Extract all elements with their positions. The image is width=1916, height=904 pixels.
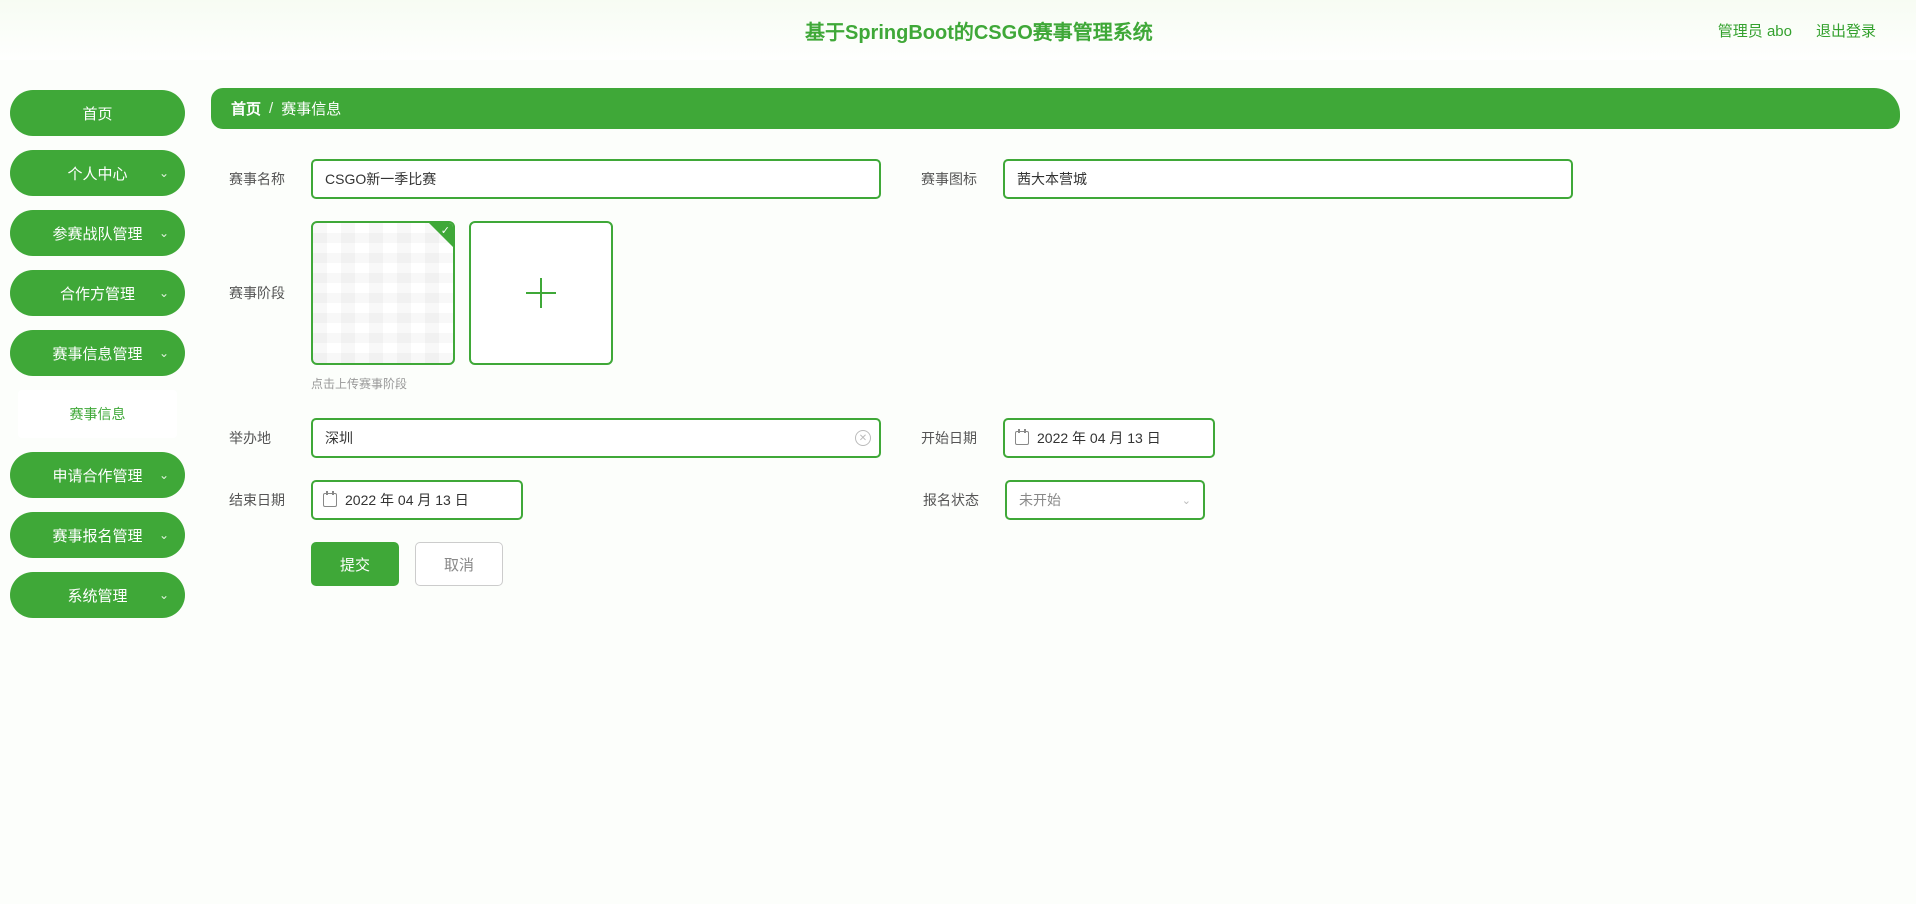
label-event-icon: 赛事图标 xyxy=(921,169,991,189)
stage-uploads xyxy=(311,221,613,365)
sidebar-item-profile[interactable]: 个人中心 ⌄ xyxy=(10,150,185,196)
chevron-down-icon: ⌄ xyxy=(159,166,169,180)
add-stage-image-button[interactable] xyxy=(469,221,613,365)
stage-image-1[interactable] xyxy=(311,221,455,365)
label-venue: 举办地 xyxy=(229,428,299,448)
venue-input[interactable] xyxy=(311,418,881,458)
chevron-down-icon: ⌄ xyxy=(1182,494,1191,507)
event-name-input[interactable] xyxy=(311,159,881,199)
breadcrumb-current: 赛事信息 xyxy=(281,98,341,119)
sidebar-item-apply[interactable]: 申请合作管理 ⌄ xyxy=(10,452,185,498)
label-end-date: 结束日期 xyxy=(229,490,299,510)
sidebar-subitem-event-info[interactable]: 赛事信息 xyxy=(18,390,177,438)
calendar-icon xyxy=(1015,431,1029,445)
logout-link[interactable]: 退出登录 xyxy=(1816,20,1876,41)
sidebar-item-teams[interactable]: 参赛战队管理 ⌄ xyxy=(10,210,185,256)
app-title: 基于SpringBoot的CSGO赛事管理系统 xyxy=(240,16,1718,45)
status-select[interactable]: 未开始 ⌄ xyxy=(1005,480,1205,520)
admin-info[interactable]: 管理员 abo xyxy=(1718,20,1792,41)
label-event-name: 赛事名称 xyxy=(229,169,299,189)
submit-button[interactable]: 提交 xyxy=(311,542,399,586)
upload-hint: 点击上传赛事阶段 xyxy=(311,375,1882,392)
label-event-stage: 赛事阶段 xyxy=(229,283,299,303)
form: 赛事名称 赛事图标 赛事阶段 点击 xyxy=(211,129,1900,586)
chevron-down-icon: ⌄ xyxy=(159,286,169,300)
sidebar: 首页 个人中心 ⌄ 参赛战队管理 ⌄ 合作方管理 ⌄ 赛事信息管理 ⌄ 赛事信息… xyxy=(0,60,195,904)
breadcrumb: 首页 / 赛事信息 xyxy=(211,88,1900,129)
sidebar-item-system[interactable]: 系统管理 ⌄ xyxy=(10,572,185,618)
header: 基于SpringBoot的CSGO赛事管理系统 管理员 abo 退出登录 xyxy=(0,0,1916,60)
chevron-down-icon: ⌄ xyxy=(159,226,169,240)
main-content: 首页 / 赛事信息 赛事名称 赛事图标 赛事阶段 xyxy=(195,60,1916,904)
label-status: 报名状态 xyxy=(923,490,993,510)
plus-icon xyxy=(526,278,556,308)
start-date-input[interactable]: 2022 年 04 月 13 日 xyxy=(1003,418,1215,458)
calendar-icon xyxy=(323,493,337,507)
cancel-button[interactable]: 取消 xyxy=(415,542,503,586)
sidebar-item-signup[interactable]: 赛事报名管理 ⌄ xyxy=(10,512,185,558)
chevron-down-icon: ⌄ xyxy=(159,588,169,602)
sidebar-item-events[interactable]: 赛事信息管理 ⌄ xyxy=(10,330,185,376)
chevron-down-icon: ⌄ xyxy=(159,468,169,482)
sidebar-item-home[interactable]: 首页 xyxy=(10,90,185,136)
chevron-down-icon: ⌄ xyxy=(159,528,169,542)
check-icon xyxy=(429,223,453,247)
header-actions: 管理员 abo 退出登录 xyxy=(1718,20,1876,41)
end-date-input[interactable]: 2022 年 04 月 13 日 xyxy=(311,480,523,520)
label-start-date: 开始日期 xyxy=(921,428,991,448)
chevron-down-icon: ⌄ xyxy=(159,346,169,360)
clear-icon[interactable]: ✕ xyxy=(855,430,871,446)
sidebar-item-partners[interactable]: 合作方管理 ⌄ xyxy=(10,270,185,316)
event-icon-input[interactable] xyxy=(1003,159,1573,199)
breadcrumb-home[interactable]: 首页 xyxy=(231,98,261,119)
